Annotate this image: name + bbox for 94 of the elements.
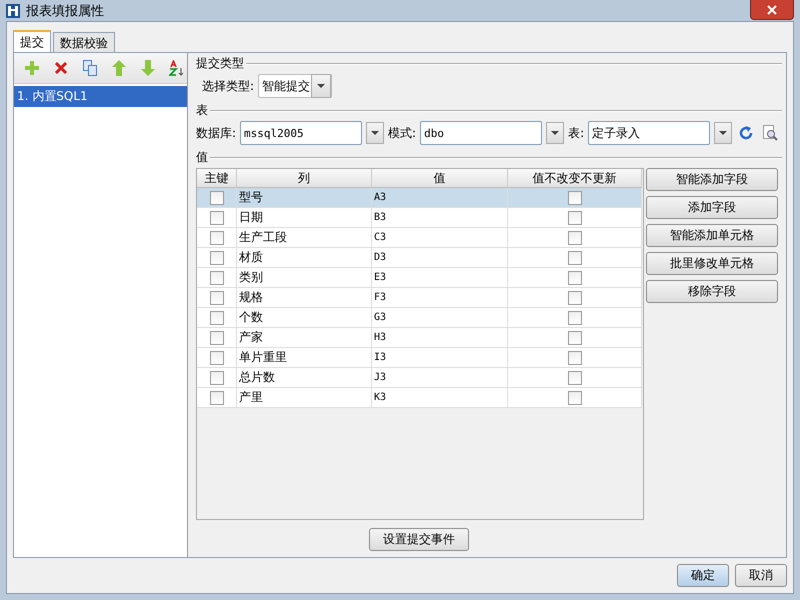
field-label: 模式: bbox=[388, 124, 416, 142]
action-button[interactable]: 添加字段 bbox=[646, 196, 778, 219]
app-logo-icon bbox=[6, 4, 20, 18]
checkbox[interactable] bbox=[210, 230, 224, 244]
table-cell: J3 bbox=[372, 368, 508, 388]
up-arrow-icon bbox=[112, 60, 126, 76]
preview-button[interactable] bbox=[760, 123, 780, 143]
magnifier-icon bbox=[762, 125, 778, 141]
caret-icon bbox=[317, 84, 326, 88]
close-button[interactable] bbox=[750, 0, 794, 20]
checkbox[interactable] bbox=[210, 330, 224, 344]
table-cell: E3 bbox=[372, 268, 508, 288]
type-dropdown[interactable]: 智能提交 bbox=[258, 74, 332, 98]
ok-button[interactable]: 确定 bbox=[677, 564, 729, 587]
combo-field[interactable]: 定子录入 bbox=[588, 121, 710, 145]
caret-icon bbox=[719, 131, 728, 135]
checkbox[interactable] bbox=[568, 290, 582, 304]
close-icon bbox=[767, 4, 777, 14]
tab[interactable]: 提交 bbox=[13, 30, 51, 52]
checkbox[interactable] bbox=[568, 330, 582, 344]
checkbox[interactable] bbox=[568, 390, 582, 404]
table-cell: I3 bbox=[372, 348, 508, 368]
combo-field[interactable]: mssql2005 bbox=[240, 121, 362, 145]
checkbox[interactable] bbox=[568, 370, 582, 384]
checkbox[interactable] bbox=[210, 310, 224, 324]
combo-field[interactable]: dbo bbox=[420, 121, 542, 145]
checkbox[interactable] bbox=[210, 370, 224, 384]
table-cell: 产里 bbox=[237, 388, 372, 408]
action-button[interactable]: 移除字段 bbox=[646, 280, 778, 303]
table-cell: H3 bbox=[372, 328, 508, 348]
table-cell: 产家 bbox=[237, 328, 372, 348]
copy-button[interactable] bbox=[80, 58, 100, 78]
column-header[interactable]: 值不改变不更新 bbox=[508, 169, 642, 188]
tab[interactable]: 数据校验 bbox=[53, 32, 115, 52]
sort-icon bbox=[169, 60, 186, 76]
table-cell: 日期 bbox=[237, 208, 372, 228]
checkbox[interactable] bbox=[568, 230, 582, 244]
field-label: 数据库: bbox=[196, 124, 236, 142]
add-button[interactable] bbox=[22, 58, 42, 78]
table-cell: C3 bbox=[372, 228, 508, 248]
checkbox[interactable] bbox=[568, 350, 582, 364]
action-button[interactable]: 批里修改单元格 bbox=[646, 252, 778, 275]
table-cell: K3 bbox=[372, 388, 508, 408]
close-icon bbox=[54, 62, 67, 74]
column-header[interactable]: 列 bbox=[237, 169, 372, 188]
down-arrow-icon bbox=[141, 60, 156, 76]
move-down-button[interactable] bbox=[138, 58, 158, 78]
sidebar-item[interactable]: 1. 内置SQL1 bbox=[14, 86, 187, 107]
dropdown-button[interactable] bbox=[366, 122, 384, 144]
table-cell: 单片重里 bbox=[237, 348, 372, 368]
table-cell: 生产工段 bbox=[237, 228, 372, 248]
caret-icon bbox=[551, 131, 560, 135]
table-cell: 个数 bbox=[237, 308, 372, 328]
checkbox[interactable] bbox=[568, 190, 582, 204]
section-legend: 值 bbox=[196, 149, 208, 166]
action-button[interactable]: 智能添加字段 bbox=[646, 168, 778, 191]
table-cell: D3 bbox=[372, 248, 508, 268]
checkbox[interactable] bbox=[210, 250, 224, 264]
checkbox[interactable] bbox=[210, 210, 224, 224]
checkbox[interactable] bbox=[568, 270, 582, 284]
plus-icon bbox=[24, 61, 39, 75]
table-cell: A3 bbox=[372, 188, 508, 208]
column-header[interactable]: 值 bbox=[372, 169, 508, 188]
refresh-icon bbox=[739, 126, 754, 140]
checkbox[interactable] bbox=[210, 350, 224, 364]
table-cell: 规格 bbox=[237, 288, 372, 308]
checkbox[interactable] bbox=[210, 270, 224, 284]
checkbox[interactable] bbox=[568, 310, 582, 324]
table-cell: 总片数 bbox=[237, 368, 372, 388]
section-legend: 提交类型 bbox=[196, 55, 244, 72]
copy-icon bbox=[82, 60, 97, 76]
checkbox[interactable] bbox=[210, 290, 224, 304]
checkbox[interactable] bbox=[568, 210, 582, 224]
table-cell: 类别 bbox=[237, 268, 372, 288]
field-label: 表: bbox=[568, 124, 584, 142]
dropdown-button[interactable] bbox=[546, 122, 564, 144]
table-cell: B3 bbox=[372, 208, 508, 228]
table-cell: G3 bbox=[372, 308, 508, 328]
dropdown-button[interactable] bbox=[714, 122, 732, 144]
checkbox[interactable] bbox=[210, 190, 224, 204]
move-up-button[interactable] bbox=[110, 58, 129, 78]
section-legend: 表 bbox=[196, 102, 208, 119]
checkbox[interactable] bbox=[568, 250, 582, 264]
cancel-button[interactable]: 取消 bbox=[735, 564, 787, 587]
window-title: 报表填报属性 bbox=[26, 2, 104, 20]
caret-icon bbox=[371, 131, 380, 135]
event-button[interactable]: 设置提交事件 bbox=[369, 528, 469, 551]
action-button[interactable]: 智能添加单元格 bbox=[646, 224, 778, 247]
table-cell: F3 bbox=[372, 288, 508, 308]
table-cell: 材质 bbox=[237, 248, 372, 268]
table-cell: 型号 bbox=[237, 188, 372, 208]
field-label: 选择类型: bbox=[202, 78, 254, 94]
checkbox[interactable] bbox=[210, 390, 224, 404]
column-header[interactable]: 主键 bbox=[197, 169, 237, 188]
